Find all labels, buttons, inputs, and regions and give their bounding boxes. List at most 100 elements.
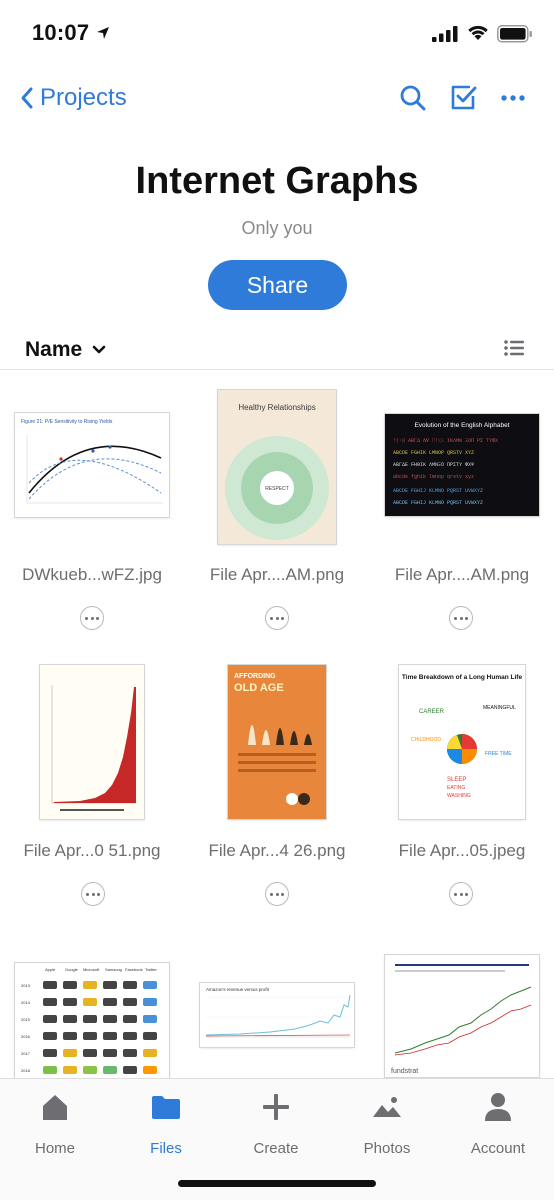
file-more-button[interactable]: [80, 606, 104, 630]
file-tile[interactable]: Apple Google Microsoft Samsung Facebook …: [0, 952, 184, 1082]
file-thumbnail: fundstrat: [385, 955, 539, 1077]
tab-label: Home: [34, 1140, 75, 1157]
file-tile[interactable]: Healthy Relationships RESPECT File Apr..…: [185, 372, 369, 642]
file-name: File Apr...05.jpeg: [398, 841, 526, 860]
svg-text:ᚠᛒᚲᛞ ΑΒΓΔ ꟿ ᛖᚠᚷᚺ ΙΚΛΜΝ ΞΟΠ ΡΣ: ᚠᛒᚲᛞ ΑΒΓΔ ꟿ ᛖᚠᚷᚺ ΙΚΛΜΝ ΞΟΠ ΡΣ ΤΥΦΧ: [393, 438, 498, 444]
checkbox-select-icon: [451, 85, 477, 110]
ellipsis-icon: [501, 95, 525, 101]
thumb-col-label: Microsoft: [83, 967, 100, 972]
file-tile[interactable]: fundstrat: [370, 952, 554, 1082]
thumb-row-label: 2016: [21, 1034, 31, 1039]
plus-icon: [263, 1094, 289, 1120]
sort-by-button[interactable]: Name: [25, 338, 106, 362]
thumb-col-label: Samsung: [105, 967, 122, 972]
location-arrow-icon: [97, 27, 109, 39]
thumb-title: Time Breakdown of a Long Human Life: [402, 674, 523, 681]
file-name: File Apr....AM.png: [394, 565, 530, 584]
thumb-title: Figure 21: P/E Sensitivity to Rising Yie…: [21, 419, 113, 425]
svg-text:ABCDE FGHIJ KLMNO PQRST UVWXYZ: ABCDE FGHIJ KLMNO PQRST UVWXYZ: [393, 500, 483, 506]
file-tile[interactable]: Evolution of the English Alphabet ᚠᛒᚲᛞ Α…: [370, 372, 554, 642]
select-button[interactable]: [448, 83, 478, 113]
file-tile[interactable]: File Apr...0 51.png: [0, 657, 184, 927]
file-thumbnail: [40, 665, 144, 819]
thumb-subtitle: RESPECT: [265, 486, 289, 492]
tab-create[interactable]: Create: [221, 1089, 331, 1159]
file-more-button[interactable]: [265, 882, 289, 906]
file-more-button[interactable]: [449, 606, 473, 630]
thumb-row-label: 2014: [21, 1000, 31, 1005]
svg-text:SLEEP: SLEEP: [447, 777, 466, 783]
page-title: Internet Graphs: [135, 160, 419, 202]
sharing-status: Only you: [241, 218, 313, 238]
file-name: DWkueb...wFZ.jpg: [22, 565, 162, 584]
tab-label: Account: [470, 1140, 526, 1157]
chevron-down-icon: [92, 345, 106, 354]
folder-icon: [152, 1096, 180, 1119]
svg-text:abcde fghik lmnop qrstv xyz: abcde fghik lmnop qrstv xyz: [393, 474, 474, 480]
more-options-button[interactable]: [498, 83, 528, 113]
list-view-icon[interactable]: [504, 340, 524, 356]
svg-text:FREE TIME: FREE TIME: [485, 751, 512, 757]
tab-photos[interactable]: Photos: [332, 1089, 442, 1159]
file-thumbnail: Apple Google Microsoft Samsung Facebook …: [15, 963, 169, 1082]
svg-text:ABCDE FGHIJ KLMNO PQRST UVWXYZ: ABCDE FGHIJ KLMNO PQRST UVWXYZ: [393, 488, 483, 494]
photos-icon: [373, 1097, 401, 1117]
tab-label: Create: [253, 1140, 299, 1157]
home-indicator: [178, 1180, 376, 1187]
thumb-row-label: 2018: [21, 1068, 31, 1073]
svg-text:CAREER: CAREER: [419, 709, 445, 715]
svg-text:ΑΒΓΔΕ ϜΗΘΙΚ ΛΜΝΞΟ ΠΡΣΤΥ ΦΧΨ: ΑΒΓΔΕ ϜΗΘΙΚ ΛΜΝΞΟ ΠΡΣΤΥ ΦΧΨ: [393, 462, 474, 468]
wifi-icon: [468, 25, 488, 40]
search-button[interactable]: [398, 83, 428, 113]
file-tile[interactable]: Figure 21: P/E Sensitivity to Rising Yie…: [0, 372, 184, 642]
file-more-button[interactable]: [81, 882, 105, 906]
tab-home[interactable]: Home: [0, 1089, 110, 1159]
thumb-title: Amazon's revenue versus profit: [206, 987, 270, 992]
status-time: 10:07: [32, 20, 90, 45]
file-name: File Apr...4 26.png: [208, 841, 346, 860]
tab-label: Photos: [363, 1140, 411, 1157]
nav-actions: [398, 82, 528, 114]
thumb-row-label: 2017: [21, 1051, 31, 1056]
battery-icon: [497, 25, 532, 43]
back-button[interactable]: Projects: [20, 82, 127, 114]
file-thumbnail: Figure 21: P/E Sensitivity to Rising Yie…: [15, 413, 169, 517]
file-tile[interactable]: AFFORDING OLD AGE File Apr...4 26.png: [185, 657, 369, 927]
thumb-brand: fundstrat: [391, 1068, 418, 1075]
back-label: Projects: [40, 84, 127, 111]
chevron-left-icon: [21, 87, 33, 109]
svg-text:EATING: EATING: [447, 785, 465, 791]
thumb-col-label: Google: [65, 967, 79, 972]
search-icon: [400, 85, 426, 111]
thumb-subtitle: OLD AGE: [234, 682, 284, 694]
tab-files[interactable]: Files: [111, 1089, 221, 1159]
thumb-col-label: Twitter: [145, 967, 157, 972]
file-name: File Apr...0 51.png: [23, 841, 161, 860]
sort-row: Name: [0, 330, 554, 370]
thumb-row-label: 2013: [21, 983, 31, 988]
file-tile[interactable]: Amazon's revenue versus profit: [185, 952, 369, 1082]
svg-text:CHILDHOOD: CHILDHOOD: [411, 737, 441, 743]
file-grid: Figure 21: P/E Sensitivity to Rising Yie…: [0, 372, 554, 1082]
share-button[interactable]: Share: [208, 260, 347, 310]
svg-text:ABCDE FGHIK LMNOP QRSTV XYZ: ABCDE FGHIK LMNOP QRSTV XYZ: [393, 450, 474, 456]
thumb-row-label: 2015: [21, 1017, 31, 1022]
file-more-button[interactable]: [449, 882, 473, 906]
tab-label: Files: [150, 1140, 182, 1157]
file-thumbnail: Amazon's revenue versus profit: [200, 983, 354, 1047]
thumb-title: Healthy Relationships: [238, 403, 315, 412]
sort-label: Name: [25, 338, 83, 361]
account-icon: [485, 1093, 511, 1121]
thumb-col-label: Facebook: [125, 967, 143, 972]
thumb-title: Evolution of the English Alphabet: [414, 422, 509, 429]
file-more-button[interactable]: [265, 606, 289, 630]
file-thumbnail: AFFORDING OLD AGE: [228, 665, 326, 819]
file-name: File Apr....AM.png: [209, 565, 345, 584]
home-icon: [43, 1095, 67, 1120]
file-thumbnail: Time Breakdown of a Long Human Life CARE…: [399, 665, 525, 819]
thumb-col-label: Apple: [45, 967, 56, 972]
tab-account[interactable]: Account: [443, 1089, 553, 1159]
status-bar: 10:07: [0, 0, 554, 66]
file-thumbnail: Evolution of the English Alphabet ᚠᛒᚲᛞ Α…: [385, 414, 539, 516]
file-tile[interactable]: Time Breakdown of a Long Human Life CARE…: [370, 657, 554, 927]
